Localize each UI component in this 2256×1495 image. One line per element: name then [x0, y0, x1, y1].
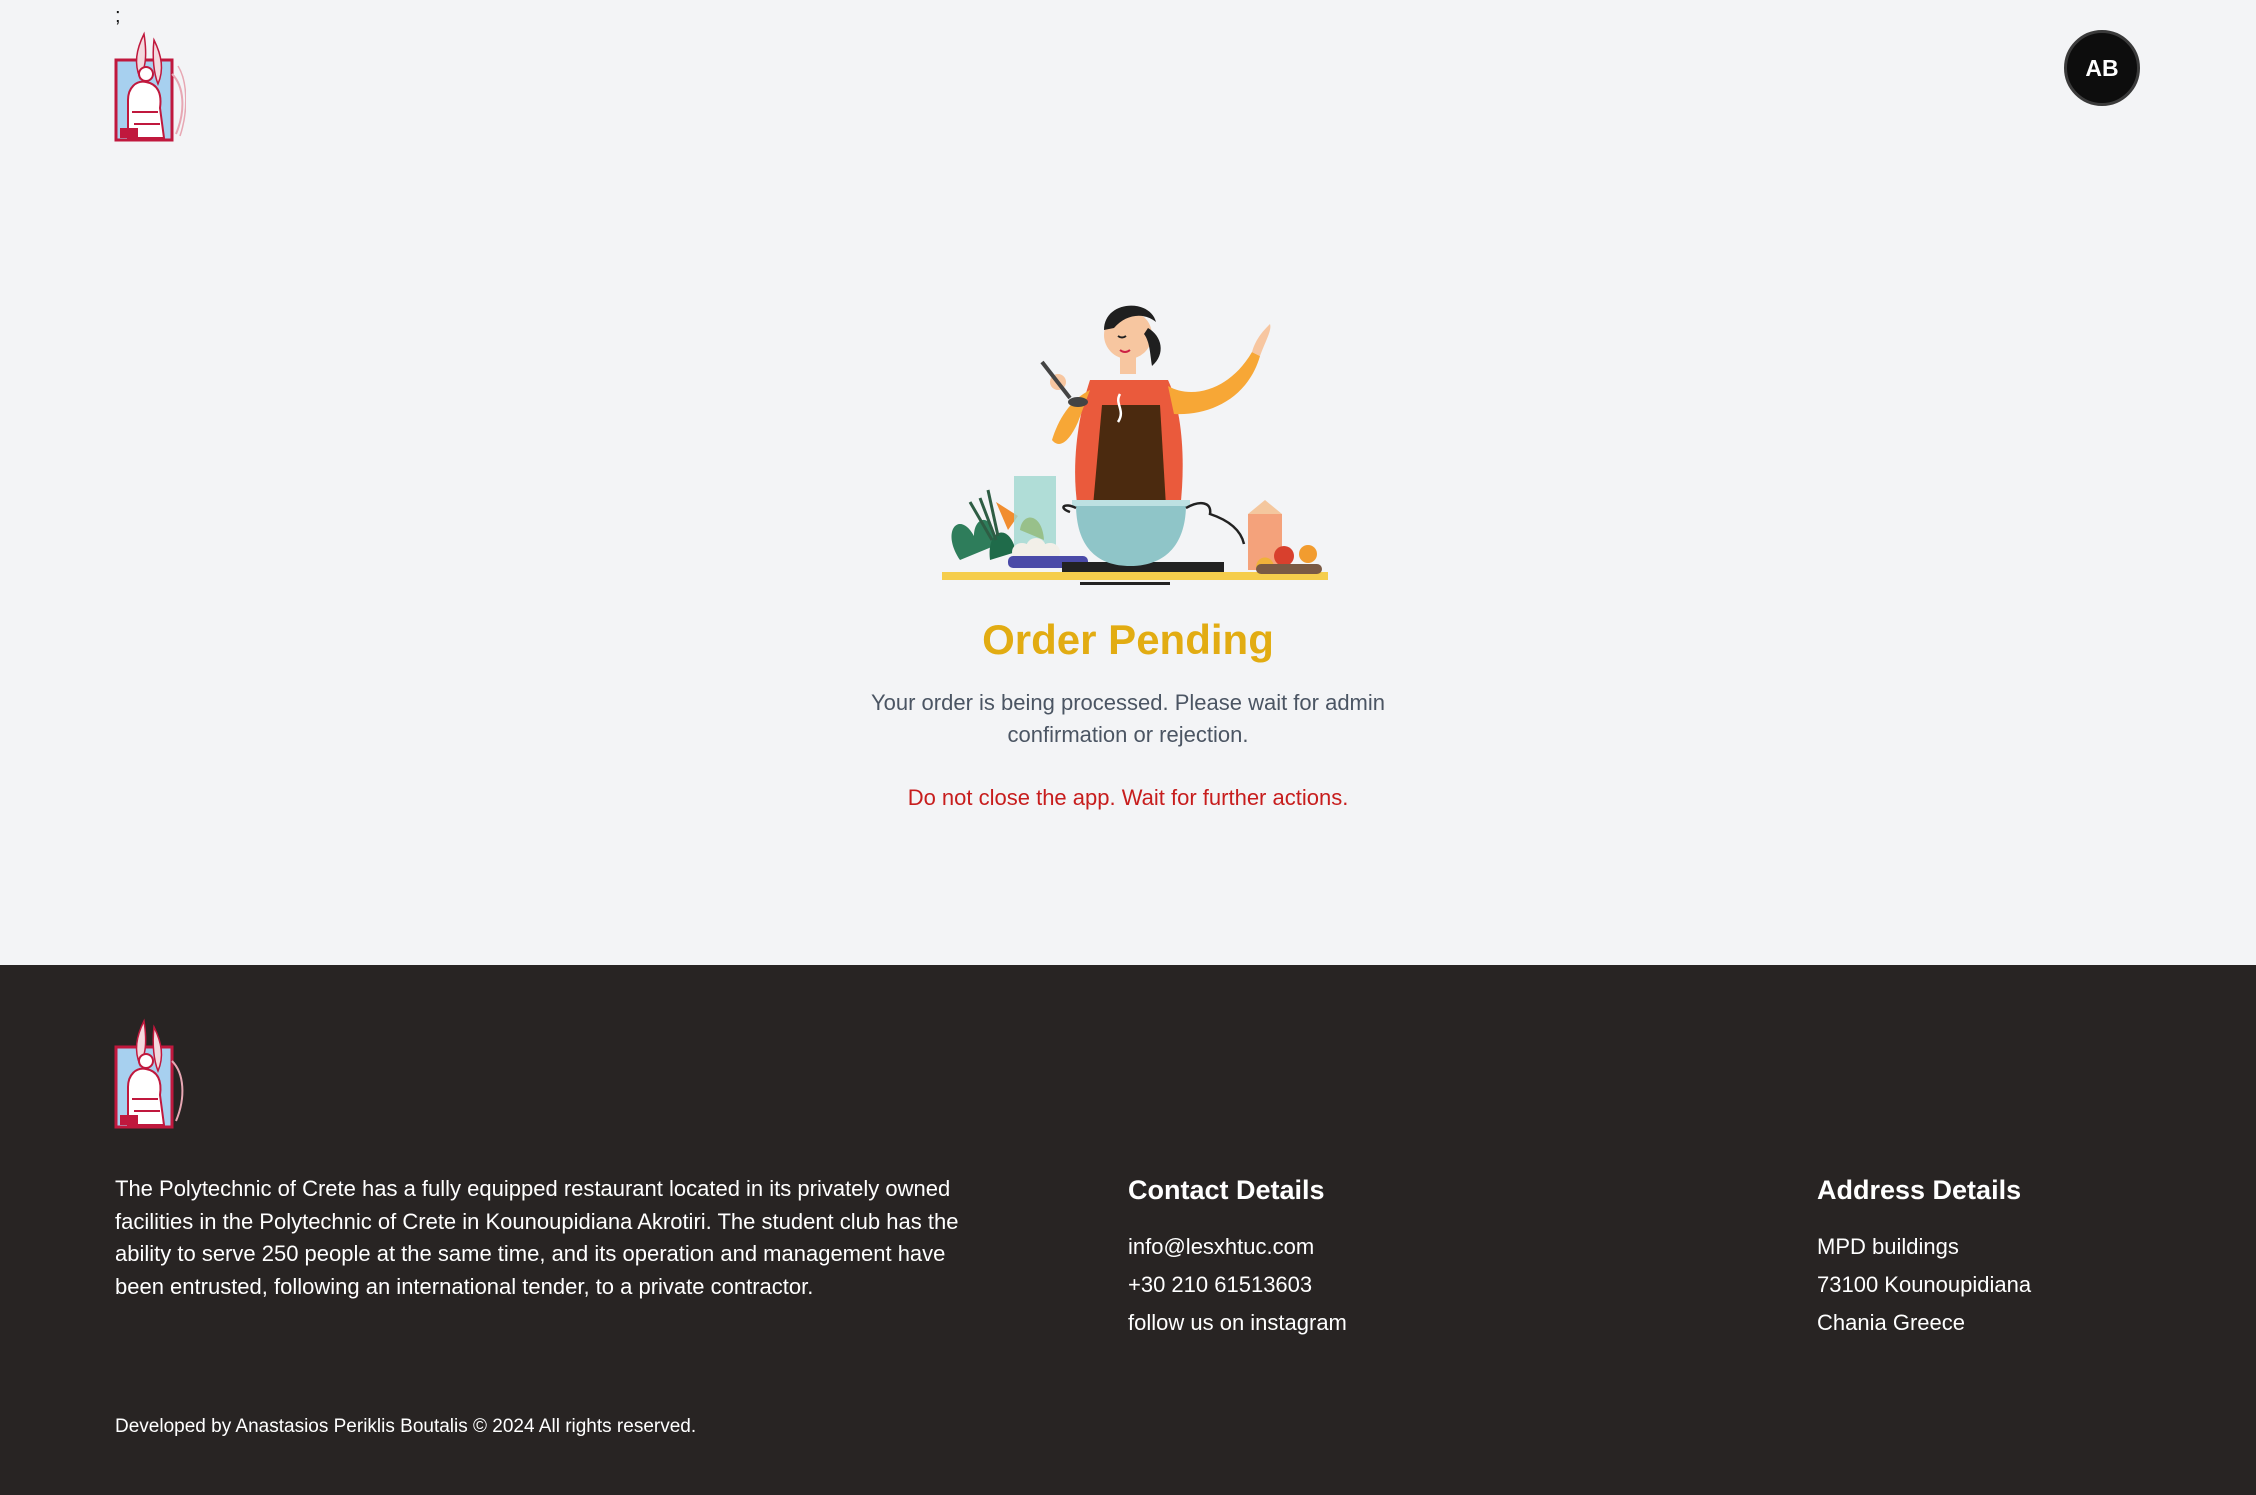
contact-phone-link[interactable]: +30 210 61513603 — [1128, 1271, 1312, 1299]
order-status-title: Order Pending — [982, 616, 1274, 663]
order-status-message: Your order is being processed. Please wa… — [870, 690, 1386, 747]
polytechnic-logo-icon[interactable] — [114, 30, 186, 142]
contact-email-link[interactable]: info@lesxhtuc.com — [1128, 1233, 1314, 1261]
page: ; AB Order Pending Your order is being p… — [0, 0, 2256, 1495]
about-text: The Polytechnic of Crete has a fully equ… — [115, 1176, 959, 1299]
address-line-3: Chania Greece — [1817, 1310, 1965, 1335]
copyright-text: Developed by Anastasios Periklis Boutali… — [115, 1416, 697, 1437]
footer: The Polytechnic of Crete has a fully equ… — [0, 965, 2256, 1495]
user-avatar-button[interactable]: AB — [2064, 30, 2140, 106]
address-line-1: MPD buildings — [1817, 1234, 1959, 1259]
address-line-2: 73100 Kounoupidiana — [1817, 1272, 2032, 1297]
polytechnic-logo-icon[interactable] — [114, 1017, 186, 1129]
instagram-link[interactable]: follow us on instagram — [1128, 1309, 1347, 1337]
chef-cooking-illustration-icon — [942, 305, 1328, 585]
warning-message: Do not close the app. Wait for further a… — [907, 785, 1349, 810]
address-details-heading: Address Details — [1817, 1175, 2022, 1205]
contact-details-heading: Contact Details — [1128, 1175, 1325, 1205]
stray-text: ; — [115, 5, 121, 27]
